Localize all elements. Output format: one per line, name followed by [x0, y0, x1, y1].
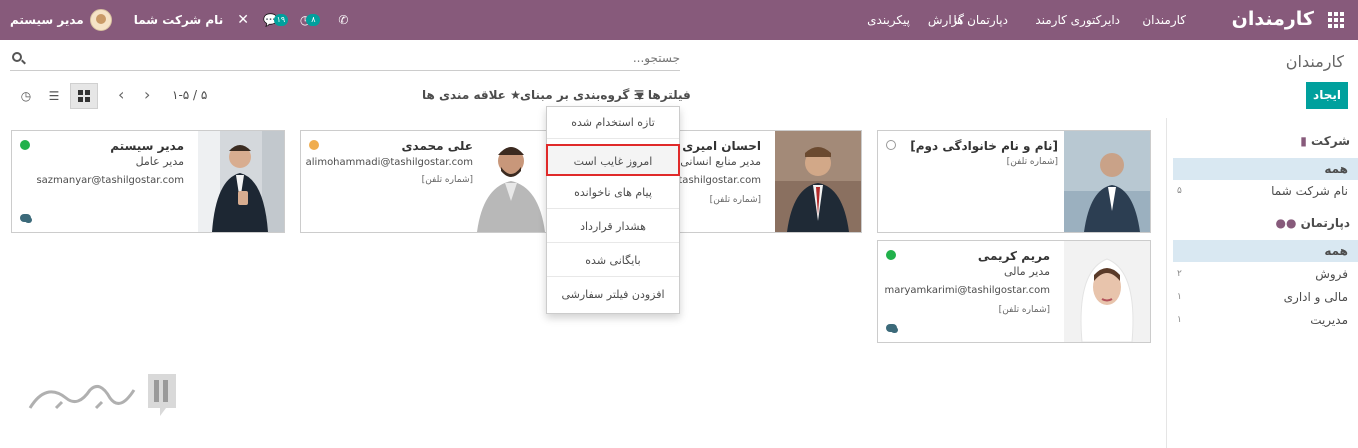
employee-name: [نام و نام خانوادگی دوم] [910, 139, 1058, 153]
clock-icon: ◷ [20, 89, 32, 103]
employee-email[interactable]: @tashilgostar.com [668, 175, 761, 186]
search-input[interactable] [28, 47, 680, 69]
employee-photo [1064, 131, 1150, 232]
list-bars-icon: ☰ [633, 88, 645, 102]
employee-name: مدیر سیستم [110, 139, 184, 153]
presence-status-icon [20, 140, 30, 150]
employee-phone: [شماره تلفن] [421, 175, 473, 185]
chat-icon[interactable] [886, 324, 898, 333]
employee-phone: [شماره تلفن] [1006, 157, 1058, 167]
company-section-title: ▮ شرکت [1300, 134, 1350, 148]
star-icon: ★ [510, 88, 521, 102]
apps-menu-icon[interactable] [1328, 12, 1344, 28]
debug-tools-icon[interactable]: ✕ [237, 12, 249, 28]
employee-card[interactable]: مریم کریمی مدیر مالی maryamkarimi@tashil… [877, 240, 1151, 343]
page-title: کارمندان [1285, 52, 1344, 71]
add-custom-filter[interactable]: افزودن فیلتر سفارشی [547, 279, 679, 311]
employee-job-title: مدیر منابع انسانی [680, 155, 761, 168]
employee-card[interactable]: علی محمدی alimohammadi@tashilgostar.com … [300, 130, 574, 233]
sidebar-item-company[interactable]: نام شرکت شما ۵ [1173, 180, 1358, 202]
favorites-label: علاقه مندی ها [422, 88, 506, 102]
search-panel: ▮ شرکت همه نام شرکت شما ۵ ●● دپارتمان هم… [1166, 118, 1358, 448]
sidebar-item-sales[interactable]: فروش ۲ [1173, 263, 1358, 285]
filter-absent-today[interactable]: امروز غایب است [546, 144, 680, 176]
filter-unread-messages[interactable]: پیام های ناخوانده [547, 177, 679, 209]
filter-archived[interactable]: بایگانی شده [547, 245, 679, 277]
create-button[interactable]: ایجاد [1306, 82, 1348, 109]
filter-contract-warning[interactable]: هشدار قرارداد [547, 211, 679, 243]
sidebar-item-company-all[interactable]: همه [1173, 158, 1358, 180]
employee-card[interactable]: [نام و نام خانوادگی دوم] [شماره تلفن] [877, 130, 1151, 233]
presence-status-icon [886, 250, 896, 260]
user-name[interactable]: مدیر سیستم [10, 13, 84, 27]
employee-photo [198, 131, 284, 232]
systray: مدیر سیستم نام شرکت شما ✕ 💬 ۱۹ ◷ ۸ ✆ [10, 0, 348, 40]
filters-dropdown: تازه استخدام شده امروز غایب است پیام های… [546, 106, 680, 314]
employee-name: احسان امیری [682, 139, 761, 153]
users-icon: ●● [1275, 216, 1297, 230]
employee-phone: [شماره تلفن] [998, 305, 1050, 315]
messages-count-badge: ۱۹ [273, 14, 288, 26]
list-icon: ☰ [48, 89, 60, 103]
employee-email[interactable]: maryamkarimi@tashilgostar.com [884, 285, 1050, 296]
employee-card[interactable]: مدیر سیستم مدیر عامل sazmanyar@tashilgos… [11, 130, 285, 233]
phone-icon[interactable]: ✆ [338, 13, 348, 27]
employee-name: مریم کریمی [977, 249, 1050, 263]
sidebar-item-management[interactable]: مدیریت ۱ [1173, 309, 1358, 331]
menu-employee-directory[interactable]: دایرکتوری کارمند [1035, 13, 1120, 27]
employee-job-title: مدیر مالی [1003, 265, 1050, 278]
favorites-button[interactable]: علاقه مندی ها ★ [422, 88, 521, 102]
pager-previous-icon[interactable]: ‹ [118, 87, 124, 103]
sidebar-item-finance[interactable]: مالی و اداری ۱ [1173, 286, 1358, 308]
search-bar [10, 47, 680, 71]
list-view-button[interactable]: ☰ [40, 83, 68, 109]
employee-job-title: مدیر عامل [135, 155, 184, 168]
company-count: ۵ [1177, 186, 1182, 196]
presence-status-icon [309, 140, 319, 150]
employee-photo [1064, 241, 1150, 342]
pager-value[interactable]: ۱-۵ / ۵ [172, 88, 207, 102]
presence-status-icon [886, 140, 896, 150]
top-navbar: کارمندان کارمندان دایرکتوری کارمند دپارت… [0, 0, 1358, 40]
employee-email[interactable]: sazmanyar@tashilgostar.com [36, 175, 184, 186]
menu-configuration[interactable]: پیکربندی [867, 13, 910, 27]
kanban-view-button[interactable] [70, 83, 98, 109]
company-name[interactable]: نام شرکت شما [134, 13, 223, 27]
tashilgostar-logo-watermark [28, 374, 176, 416]
groupby-button[interactable]: گروه‌بندی بر مبنای ☰ [520, 88, 644, 102]
menu-reporting[interactable]: گزارش [928, 13, 964, 27]
employee-phone: [شماره تلفن] [709, 195, 761, 205]
app-brand[interactable]: کارمندان [1232, 8, 1314, 30]
filters-label: فیلترها [647, 88, 691, 102]
kanban-grid-icon [78, 90, 90, 102]
search-icon [12, 52, 22, 62]
groupby-label: گروه‌بندی بر مبنای [520, 88, 630, 102]
employee-photo [469, 131, 555, 232]
activities-count-badge: ۸ [306, 14, 321, 26]
user-avatar[interactable] [89, 9, 112, 31]
activity-view-button[interactable]: ◷ [12, 83, 40, 109]
employee-email[interactable]: alimohammadi@tashilgostar.com [306, 157, 473, 168]
menu-employees[interactable]: کارمندان [1142, 13, 1186, 27]
pager-next-icon[interactable]: › [144, 87, 150, 103]
employee-photo [775, 131, 861, 232]
chat-icon[interactable] [20, 214, 32, 223]
building-icon: ▮ [1300, 134, 1307, 148]
department-section-title: ●● دپارتمان [1275, 216, 1350, 230]
sidebar-item-department-all[interactable]: همه [1173, 240, 1358, 262]
employee-name: علی محمدی [401, 139, 473, 153]
filter-newly-hired[interactable]: تازه استخدام شده [547, 107, 679, 139]
